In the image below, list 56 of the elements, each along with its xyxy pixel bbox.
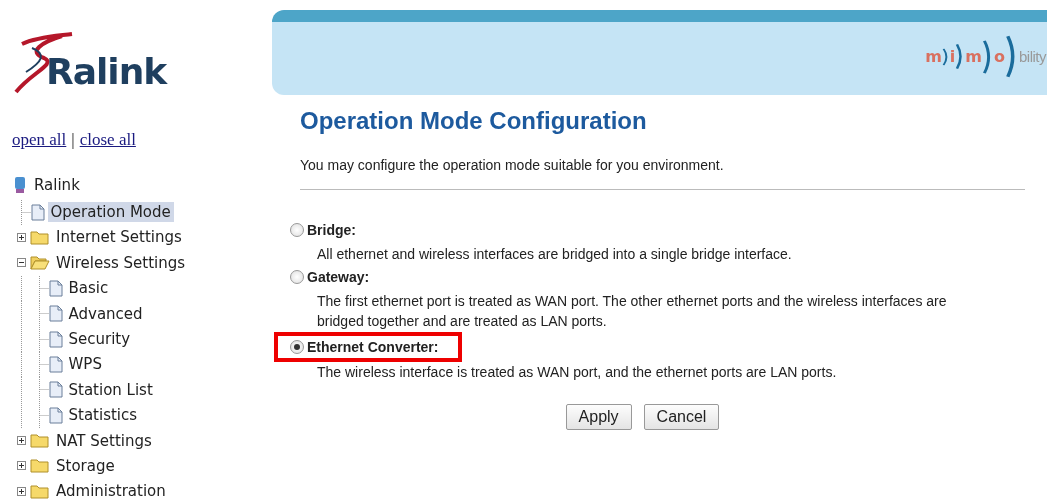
tree-item[interactable]: Internet Settings [53, 227, 185, 248]
collapse-icon[interactable] [16, 258, 26, 268]
tree-item[interactable]: WPS [65, 354, 105, 375]
tree-item[interactable]: NAT Settings [53, 430, 155, 451]
tree-connector [20, 377, 49, 403]
document-icon [48, 305, 63, 323]
brand-logo: m i m o bility [925, 33, 1046, 80]
option-description: The first ethernet port is treated as WAN port. The other ethernet ports and the wireless interfaces are bridged together and are treated as LAN ports. [317, 292, 948, 331]
option-label: Bridge: [307, 222, 356, 238]
separator: | [71, 130, 75, 150]
page-title: Operation Mode Configuration [300, 107, 648, 135]
tree-item[interactable]: Security [65, 329, 134, 350]
tree-item[interactable]: Station List [65, 379, 156, 400]
document-icon [48, 330, 63, 348]
document-icon [48, 355, 63, 373]
document-icon [48, 406, 63, 424]
logo-text: Ralink [46, 51, 167, 92]
tree-root[interactable]: Ralink [31, 174, 83, 195]
folder-icon [30, 433, 50, 449]
tree-connector [20, 275, 49, 301]
radio-button[interactable] [290, 270, 304, 284]
tree-item[interactable]: Storage [53, 456, 118, 476]
folder-icon [30, 458, 50, 474]
expand-icon[interactable] [16, 436, 26, 446]
option-label: Gateway: [307, 269, 370, 285]
tree-connector [20, 199, 31, 225]
computer-icon [12, 175, 28, 194]
tree-item[interactable]: Advanced [65, 303, 146, 324]
document-icon [30, 203, 45, 221]
expand-icon[interactable] [16, 232, 26, 242]
expand-icon[interactable] [16, 486, 26, 496]
form-button[interactable]: Cancel [643, 404, 720, 430]
radio-button[interactable] [290, 340, 304, 354]
tree-item[interactable]: Operation Mode [47, 202, 174, 223]
document-icon [48, 381, 63, 399]
document-icon [48, 279, 63, 297]
tree-item[interactable]: Wireless Settings [53, 252, 189, 273]
option-description: All ethernet and wireless interfaces are bridged into a single bridge interface. [317, 245, 793, 264]
tree-connector [20, 326, 49, 352]
tree-item[interactable]: Statistics [65, 405, 141, 426]
tree-connector [20, 301, 49, 327]
open-folder-icon [30, 255, 50, 271]
expand-icon[interactable] [16, 461, 26, 471]
option-label: Ethernet Converter: [307, 339, 439, 355]
folder-icon [30, 483, 50, 499]
tree-item[interactable]: Administration [53, 481, 169, 502]
folder-icon [30, 229, 50, 245]
tree-link[interactable]: close all [79, 130, 136, 150]
option-description: The wireless interface is treated as WAN port, and the ethernet ports are LAN ports. [317, 363, 838, 382]
tree-connector [20, 402, 49, 428]
tree-connector [20, 351, 49, 377]
page-description: You may configure the operation mode suitable for you environment. [300, 157, 725, 173]
tree-link[interactable]: open all [12, 130, 67, 150]
tree-item[interactable]: Basic [65, 278, 112, 299]
form-button[interactable]: Apply [565, 404, 632, 430]
radio-button[interactable] [290, 223, 304, 237]
